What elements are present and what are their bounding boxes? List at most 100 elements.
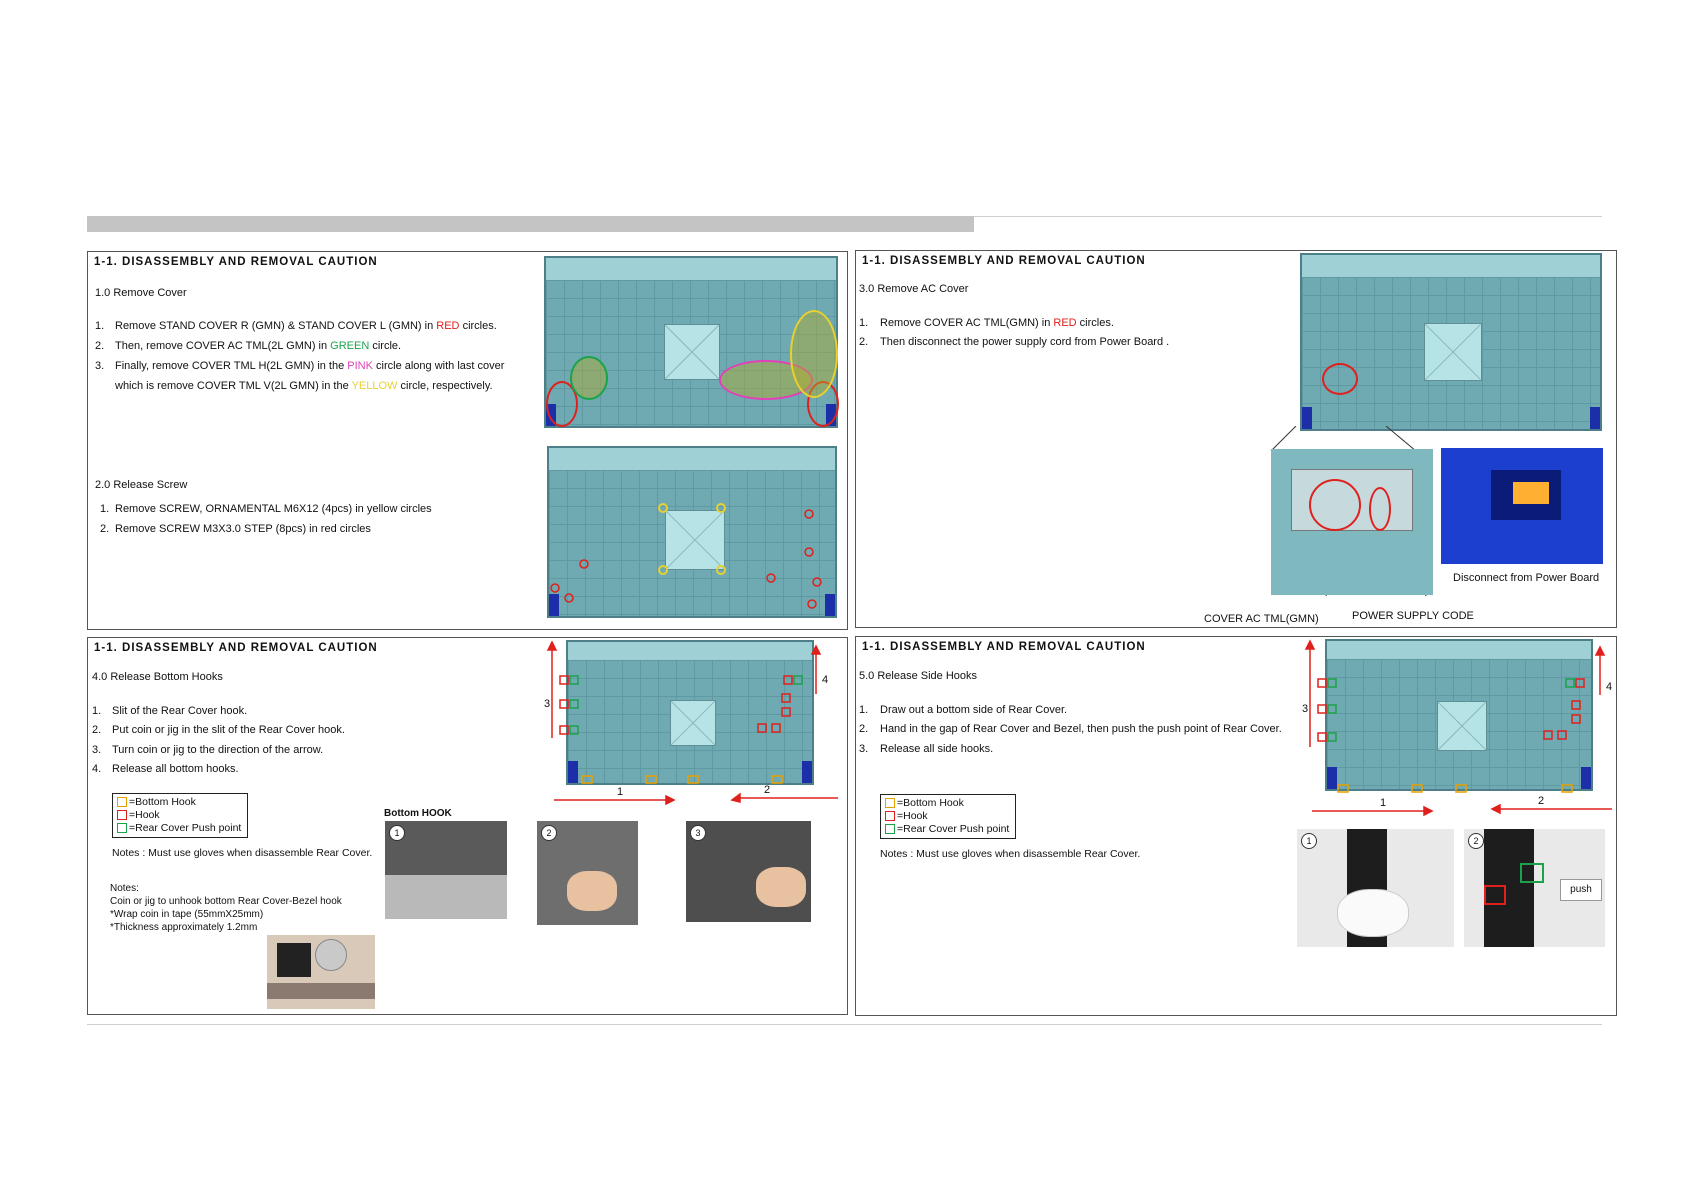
step-number: 3. [859,743,869,755]
push-green [1327,704,1337,714]
instruction-disconnect-cord: Then disconnect the power supply cord fr… [880,336,1170,348]
bottom-hook-photo-2: 2 [537,821,638,925]
hook-red [757,723,767,733]
direction-label-2: 2 [1538,795,1545,807]
notes-gloves: Notes : Must use gloves when disassemble… [880,848,1141,860]
step-heading-release-screw: 2.0 Release Screw [95,479,188,491]
screw-markers [550,503,822,609]
screw-yellow [716,503,726,513]
hook-markers [1304,639,1612,817]
step-number: 1. [95,320,105,332]
hook-red [783,675,793,685]
instruction-tml-h: Finally, remove COVER TML H(2L GMN) in t… [115,360,505,372]
panel-title: 1-1. DISASSEMBLY AND REMOVAL CAUTION [862,255,1146,267]
push-green [569,675,579,685]
screw-red [807,599,817,609]
direction-label-1: 1 [617,786,624,798]
header-bar [87,216,974,232]
step-heading-ac-cover: 3.0 Remove AC Cover [859,283,969,295]
hook-red [781,707,791,717]
bottom-hook-photo-1: 1 [385,821,507,919]
hook-red [1557,730,1567,740]
tv-rear-diagram [1300,253,1602,431]
hook-bottom [1561,784,1573,793]
side-hook-photo-1: 1 [1297,829,1454,947]
push-green [793,675,803,685]
hook-red [1317,732,1327,742]
screw-yellow [658,565,668,575]
step-number: 3. [95,360,105,372]
step-number: 4. [92,763,102,775]
power-board-photo [1441,448,1603,564]
instruction-release-hooks: Release all bottom hooks. [112,763,239,775]
direction-label-2: 2 [764,784,771,796]
legend-hook: =Hook [117,809,243,822]
screw-red [564,593,574,603]
screw-red [804,547,814,557]
instruction-ac-cover: Then, remove COVER AC TML(2L GMN) in GRE… [115,340,402,352]
hook-red [1317,704,1327,714]
side-label-4: 4 [1606,681,1613,693]
legend-bottom-hook: =Bottom Hook [885,797,1011,810]
instruction-hand-in-gap: Hand in the gap of Rear Cover and Bezel,… [880,723,1282,735]
panel-remove-ac-cover: 1-1. DISASSEMBLY AND REMOVAL CAUTION 3.0… [855,250,1617,628]
panel-title: 1-1. DISASSEMBLY AND REMOVAL CAUTION [862,641,1146,653]
push-green [1327,678,1337,688]
side-hook-photo-2: 2 push [1464,829,1605,947]
marker-green [570,356,608,400]
hook-red [559,675,569,685]
hook-red [1575,678,1585,688]
step-heading-remove-cover: 1.0 Remove Cover [95,287,187,299]
legend-hook: =Hook [885,810,1011,823]
marker-yellow [790,310,838,398]
notes-title: Notes: [110,883,139,894]
marker-red-ac-cover [1322,363,1358,395]
step-number: 1. [100,503,110,515]
notes-gloves: Notes : Must use gloves when disassemble… [112,847,373,859]
hook-red [781,693,791,703]
marker-red-plug [1369,487,1391,531]
screw-yellow [658,503,668,513]
hook-bottom [1337,784,1349,793]
legend: =Bottom Hook =Hook =Rear Cover Push poin… [112,793,248,838]
push-label: push [1560,879,1602,901]
hook-bottom [771,775,783,784]
instruction-step-screw: Remove SCREW M3X3.0 STEP (8pcs) in red c… [115,523,371,535]
screw-yellow [716,565,726,575]
step-number: 2. [92,724,102,736]
screw-red [766,573,776,583]
bottom-hook-photo-3: 3 [686,821,811,922]
caption-disconnect: Disconnect from Power Board [1453,572,1600,584]
hook-bottom [1411,784,1423,793]
panel-title: 1-1. DISASSEMBLY AND REMOVAL CAUTION [94,642,378,654]
instruction-ornamental-screw: Remove SCREW, ORNAMENTAL M6X12 (4pcs) in… [115,503,432,515]
step-number: 2. [95,340,105,352]
step-heading-side-hooks: 5.0 Release Side Hooks [859,670,978,682]
hook-red [1571,700,1581,710]
notes-wrap-coin: *Wrap coin in tape (55mmX25mm) [110,909,264,920]
hook-markers [546,640,838,806]
step-number: 1. [859,704,869,716]
step-number: 2. [859,723,869,735]
hook-red [771,723,781,733]
side-label-3: 3 [1302,703,1309,715]
step-number: 2. [100,523,110,535]
push-green [569,725,579,735]
screw-red [579,559,589,569]
caption-power-supply: POWER SUPPLY CODE [1352,610,1474,622]
legend-bottom-hook: =Bottom Hook [117,796,243,809]
legend-push-point: =Rear Cover Push point [885,823,1011,836]
bottom-hook-label: Bottom HOOK [384,808,452,819]
hook-bottom [645,775,657,784]
side-label-3: 3 [544,698,551,710]
hook-bottom [581,775,593,784]
instruction-stand-cover: Remove STAND COVER R (GMN) & STAND COVER… [115,320,497,332]
panel-bottom-hooks: 1-1. DISASSEMBLY AND REMOVAL CAUTION 4.0… [87,637,848,1015]
hook-red [1571,714,1581,724]
instruction-tml-v: which is remove COVER TML V(2L GMN) in t… [115,380,493,392]
caption-cover-ac: COVER AC TML(GMN) [1204,613,1319,625]
hook-red [559,725,569,735]
notes-coin-jig: Coin or jig to unhook bottom Rear Cover-… [110,896,342,907]
screw-red [550,583,560,593]
push-green [569,699,579,709]
